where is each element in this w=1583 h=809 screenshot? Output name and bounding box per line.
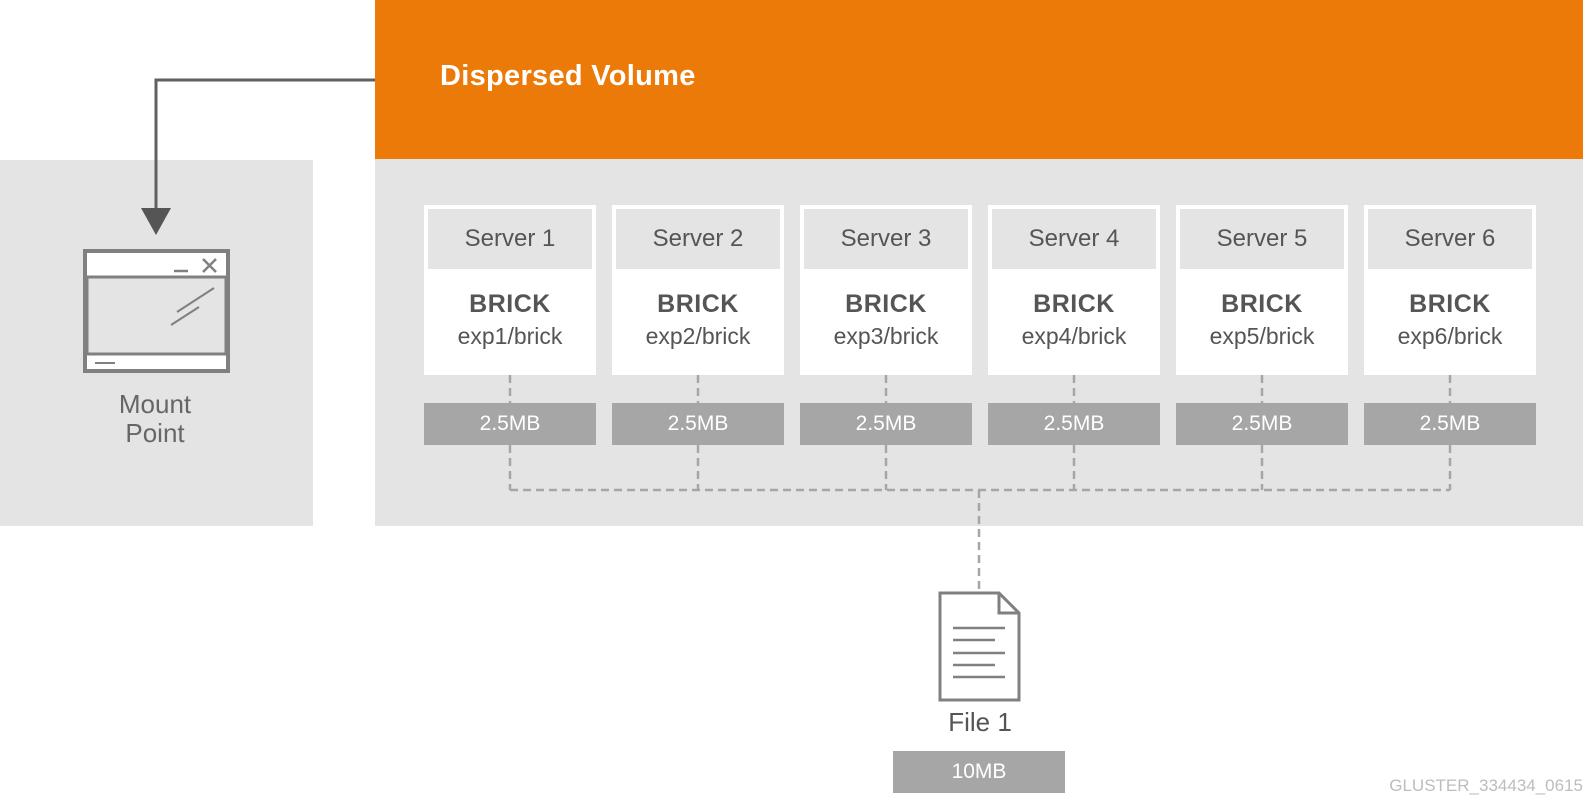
brick-path: exp5/brick bbox=[1209, 323, 1315, 349]
chunk-size-badge: 2.5MB bbox=[612, 403, 784, 445]
mount-point-label: Mount Point bbox=[60, 390, 250, 448]
document-icon bbox=[938, 591, 1021, 702]
server-box: Server 3 BRICK exp3/brick bbox=[800, 205, 972, 375]
server-box: Server 1 BRICK exp1/brick bbox=[424, 205, 596, 375]
chunk-size-badge: 2.5MB bbox=[424, 403, 596, 445]
application-window-icon bbox=[83, 249, 230, 373]
file-name: File 1 bbox=[948, 707, 1012, 737]
brick-label: BRICK bbox=[1409, 290, 1491, 318]
file-size-badge: 10MB bbox=[893, 751, 1065, 793]
server-box: Server 4 BRICK exp4/brick bbox=[988, 205, 1160, 375]
mount-arrow-head bbox=[141, 208, 171, 235]
brick-path: exp2/brick bbox=[645, 323, 751, 349]
brick-label: BRICK bbox=[1221, 290, 1303, 318]
server-name: Server 4 bbox=[992, 209, 1156, 269]
mount-label-line2: Point bbox=[125, 418, 185, 448]
chunk-size-badge: 2.5MB bbox=[800, 403, 972, 445]
server-name: Server 5 bbox=[1180, 209, 1344, 269]
server-box: Server 5 BRICK exp5/brick bbox=[1176, 205, 1348, 375]
chunk-size-badge: 2.5MB bbox=[1176, 403, 1348, 445]
brick-label: BRICK bbox=[469, 290, 551, 318]
brick-path: exp1/brick bbox=[457, 323, 563, 349]
server-name: Server 2 bbox=[616, 209, 780, 269]
server-box: Server 6 BRICK exp6/brick bbox=[1364, 205, 1536, 375]
mount-label-line1: Mount bbox=[118, 389, 192, 419]
server-box: Server 2 BRICK exp2/brick bbox=[612, 205, 784, 375]
chunk-size-badge: 2.5MB bbox=[1364, 403, 1536, 445]
brick-label: BRICK bbox=[657, 290, 739, 318]
brick-path: exp6/brick bbox=[1397, 323, 1503, 349]
chunk-size-badge: 2.5MB bbox=[988, 403, 1160, 445]
figure-id: GLUSTER_334434_0615 bbox=[1389, 776, 1583, 795]
server-name: Server 3 bbox=[804, 209, 968, 269]
server-name: Server 6 bbox=[1368, 209, 1532, 269]
brick-label: BRICK bbox=[1033, 290, 1115, 318]
brick-path: exp3/brick bbox=[833, 323, 939, 349]
brick-path: exp4/brick bbox=[1021, 323, 1127, 349]
brick-label: BRICK bbox=[845, 290, 927, 318]
server-name: Server 1 bbox=[428, 209, 592, 269]
mount-arrow-line bbox=[154, 78, 375, 212]
